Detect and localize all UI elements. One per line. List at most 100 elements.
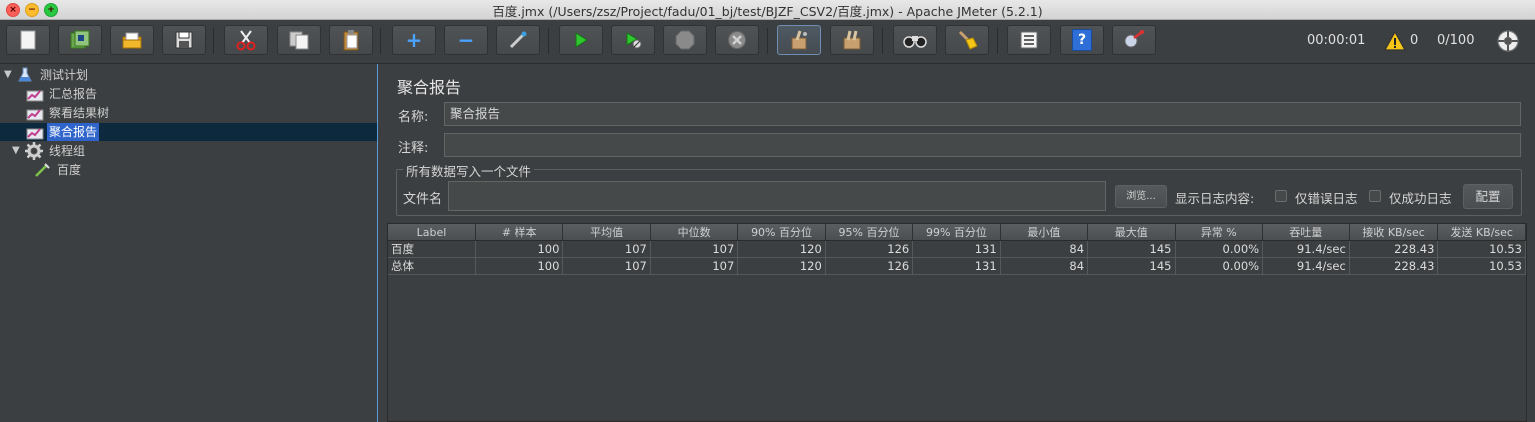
search-button[interactable] [893,25,937,55]
table-cell: 100 [475,257,564,275]
listener-icon [26,128,44,140]
table-cell: 126 [825,257,914,275]
stop-button[interactable] [663,25,707,55]
table-cell: 10.53 [1437,240,1526,258]
search-icon [903,36,927,48]
shutdown-icon [728,31,746,49]
copy-button[interactable] [277,25,321,55]
tree-item-label: 百度 [57,163,82,177]
configure-button[interactable]: 配置 [1463,184,1513,209]
expand-icon: + [405,28,423,52]
templates-button[interactable] [58,25,102,55]
column-header[interactable]: 平均值 [562,224,651,241]
filename-input[interactable] [448,181,1106,211]
table-cell: 100 [475,240,564,258]
column-header[interactable]: 异常 % [1175,224,1264,241]
column-header[interactable]: 发送 KB/sec [1437,224,1526,241]
aggregate-report-panel: 聚合报告 名称: 聚合报告 注释: 所有数据写入一个文件 文件名 浏览... 显… [378,64,1535,422]
table-cell: 228.43 [1349,240,1439,258]
toggle-button[interactable] [496,25,540,55]
remote-globe-icon[interactable] [1496,29,1520,53]
tree-item-aggregate-report[interactable]: 聚合报告 [0,123,377,141]
column-header[interactable]: 中位数 [650,224,739,241]
column-header[interactable]: # 样本 [475,224,564,241]
clear-all-icon [843,30,861,50]
success-only-checkbox[interactable] [1369,190,1381,202]
table-cell: 84 [1000,240,1089,258]
new-button[interactable] [6,25,50,55]
file-output-group-title: 所有数据写入一个文件 [403,161,535,180]
column-header[interactable]: 接收 KB/sec [1349,224,1439,241]
aggregate-results-table: Label # 样本 平均值 中位数 90% 百分位 95% 百分位 99% 百… [387,223,1527,422]
paste-icon [343,30,359,51]
save-button[interactable] [162,25,206,55]
start-no-pauses-button[interactable] [611,25,655,55]
expand-all-button[interactable]: + [392,25,436,55]
table-cell: 145 [1087,240,1176,258]
function-helper-button[interactable] [1007,25,1051,55]
listener-icon [26,90,44,102]
paste-button[interactable] [329,25,373,55]
name-field[interactable]: 聚合报告 [444,102,1521,126]
shutdown-button[interactable] [715,25,759,55]
window-titlebar: × − + 百度.jmx (/Users/zsz/Project/fadu/01… [0,0,1535,20]
column-header[interactable]: 最大值 [1087,224,1176,241]
tree-item-thread-group[interactable]: ▼ 线程组 [12,142,87,160]
column-header[interactable]: 最小值 [1000,224,1089,241]
window-title: 百度.jmx (/Users/zsz/Project/fadu/01_bj/te… [492,4,1043,19]
open-button[interactable] [110,25,154,55]
tree-expand-arrow-icon[interactable]: ▼ [4,66,14,84]
help-button[interactable]: ? [1060,25,1104,55]
table-cell: 107 [650,257,739,275]
errors-only-label: 仅错误日志 [1295,191,1358,206]
tree-expand-arrow-icon[interactable]: ▼ [12,142,22,160]
table-cell: 131 [912,257,1001,275]
table-cell: 百度 [388,240,476,258]
column-header[interactable]: 99% 百分位 [912,224,1001,241]
tree-item-view-results-tree[interactable]: 察看结果树 [26,104,111,122]
tree-item-baidu-sampler[interactable]: 百度 [33,161,83,179]
table-cell: 107 [562,240,651,258]
table-header-row: Label # 样本 平均值 中位数 90% 百分位 95% 百分位 99% 百… [388,224,1526,241]
browse-button[interactable]: 浏览... [1115,185,1167,208]
column-header[interactable]: 吞吐量 [1262,224,1350,241]
test-plan-tree: ▼ 测试计划 汇总报告 察看结果树 聚合报告 ▼ 线程组 百度 [0,64,378,422]
function-helper-icon [1020,31,1038,49]
thread-group-icon [25,142,43,160]
test-plan-icon [18,67,32,82]
table-cell: 228.43 [1349,257,1439,275]
column-header[interactable]: 95% 百分位 [825,224,914,241]
tree-item-label: 线程组 [49,144,86,158]
name-label: 名称: [398,110,429,125]
reset-search-icon [958,30,978,50]
column-header[interactable]: Label [388,224,476,241]
clear-all-button[interactable] [830,25,874,55]
log-content-label: 显示日志内容: [1175,191,1255,206]
tree-item-summary-report[interactable]: 汇总报告 [26,85,99,103]
comment-field[interactable] [444,133,1521,157]
stop-icon [675,30,695,50]
remote-button[interactable] [1112,25,1156,55]
templates-icon [70,30,90,49]
start-no-pauses-icon [626,32,642,49]
clear-button[interactable] [777,25,821,55]
table-cell: 10.53 [1437,257,1526,275]
tree-item-label: 察看结果树 [49,106,110,120]
collapse-all-button[interactable]: − [444,25,488,55]
warning-icon[interactable] [1384,31,1406,51]
table-cell: 145 [1087,257,1176,275]
success-only-label: 仅成功日志 [1389,191,1452,206]
cut-icon [236,30,256,51]
copy-icon [289,31,309,50]
column-header[interactable]: 90% 百分位 [737,224,826,241]
table-cell: 107 [650,240,739,258]
cut-button[interactable] [224,25,268,55]
table-cell: 120 [737,257,826,275]
open-icon [122,32,142,49]
errors-only-checkbox[interactable] [1275,190,1287,202]
table-row[interactable]: 总体 100 107 107 120 126 131 84 145 0.00% … [388,257,1526,275]
table-row[interactable]: 百度 100 107 107 120 126 131 84 145 0.00% … [388,240,1526,258]
start-button[interactable] [559,25,603,55]
reset-search-button[interactable] [945,25,989,55]
tree-item-test-plan[interactable]: ▼ 测试计划 [4,66,90,84]
